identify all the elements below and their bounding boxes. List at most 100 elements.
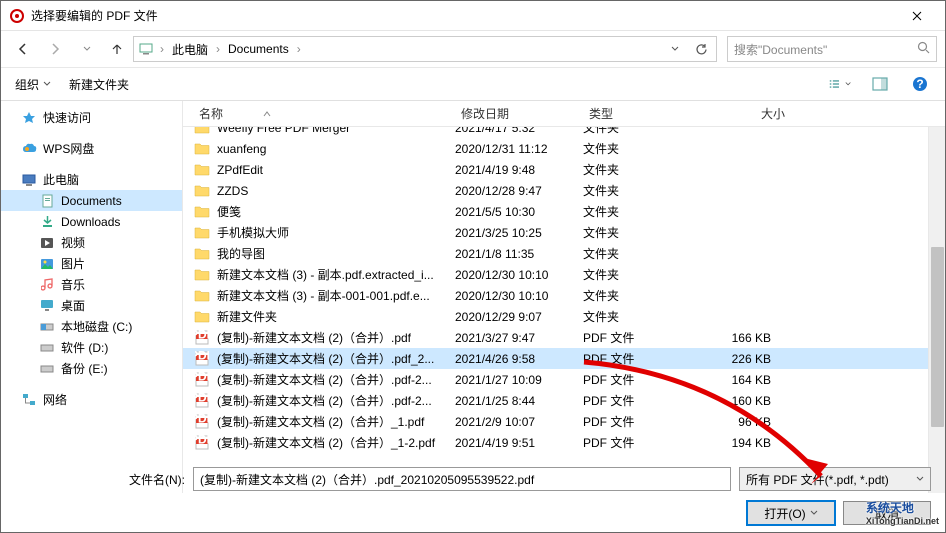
sidebar-quick-access[interactable]: 快速访问 [1, 107, 182, 128]
file-size: 160 KB [691, 394, 791, 408]
file-type: 文件夹 [583, 224, 691, 241]
file-date: 2020/12/30 10:10 [455, 289, 583, 303]
pc-icon [21, 172, 37, 188]
file-type: 文件夹 [583, 287, 691, 304]
file-name: (复制)-新建文本文档 (2)（合并）.pdf_2... [217, 350, 455, 367]
file-row[interactable]: 新建文本文档 (3) - 副本-001-001.pdf.e...2020/12/… [183, 285, 945, 306]
file-row[interactable]: PDF(复制)-新建文本文档 (2)（合并）.pdf_2...2021/4/26… [183, 348, 945, 369]
address-dropdown[interactable] [664, 38, 686, 60]
file-size: 164 KB [691, 373, 791, 387]
file-date: 2021/4/19 9:48 [455, 163, 583, 177]
navbar: › 此电脑 › Documents › 搜索"Documents" [1, 31, 945, 67]
help-button[interactable]: ? [909, 73, 931, 95]
sidebar-disk-d[interactable]: 软件 (D:) [1, 337, 182, 358]
file-row[interactable]: PDF(复制)-新建文本文档 (2)（合并）.pdf-2...2021/1/27… [183, 369, 945, 390]
new-folder-button[interactable]: 新建文件夹 [69, 76, 129, 93]
file-row[interactable]: PDF(复制)-新建文本文档 (2)（合并）_1.pdf2021/2/9 10:… [183, 411, 945, 432]
star-icon [21, 110, 37, 126]
file-row[interactable]: ZPdfEdit2021/4/19 9:48文件夹 [183, 159, 945, 180]
file-name: 我的导图 [217, 245, 455, 262]
sidebar-videos[interactable]: 视频 [1, 232, 182, 253]
file-type: 文件夹 [583, 182, 691, 199]
file-name: (复制)-新建文本文档 (2)（合并）_1.pdf [217, 413, 455, 430]
sidebar-this-pc[interactable]: 此电脑 [1, 169, 182, 190]
sidebar-network[interactable]: 网络 [1, 389, 182, 410]
disk-icon [39, 340, 55, 356]
chevron-right-icon: › [158, 42, 166, 56]
close-button[interactable] [897, 2, 937, 30]
file-row[interactable]: Weefly Free PDF Merger2021/4/17 5:32文件夹 [183, 127, 945, 138]
sidebar-music[interactable]: 音乐 [1, 274, 182, 295]
file-row[interactable]: PDF(复制)-新建文本文档 (2)（合并）.pdf2021/3/27 9:47… [183, 327, 945, 348]
search-input[interactable]: 搜索"Documents" [727, 36, 937, 62]
file-row[interactable]: 便笺2021/5/5 10:30文件夹 [183, 201, 945, 222]
filetype-filter[interactable]: 所有 PDF 文件(*.pdf, *.pdt) [739, 467, 931, 491]
download-icon [39, 214, 55, 230]
back-button[interactable] [9, 35, 37, 63]
file-name: xuanfeng [217, 142, 455, 156]
desktop-icon [39, 298, 55, 314]
recent-dropdown[interactable] [73, 35, 101, 63]
documents-icon [39, 193, 55, 209]
music-icon [39, 277, 55, 293]
main-area: 快速访问 WPS网盘 此电脑 Documents Downloads 视频 图片… [1, 101, 945, 493]
file-row[interactable]: xuanfeng2020/12/31 11:12文件夹 [183, 138, 945, 159]
sidebar-disk-e[interactable]: 备份 (E:) [1, 358, 182, 379]
file-row[interactable]: ZZDS2020/12/28 9:47文件夹 [183, 180, 945, 201]
file-type: 文件夹 [583, 140, 691, 157]
breadcrumb-folder[interactable]: Documents [226, 42, 291, 56]
bottom-bar: 文件名(N): 所有 PDF 文件(*.pdf, *.pdt) 打开(O) 取消 [1, 457, 945, 532]
col-name[interactable]: 名称 [193, 105, 455, 122]
svg-text:PDF: PDF [195, 414, 209, 426]
sidebar-pictures[interactable]: 图片 [1, 253, 182, 274]
file-date: 2021/4/26 9:58 [455, 352, 583, 366]
file-row[interactable]: PDF(复制)-新建文本文档 (2)（合并）_1-2.pdf2021/4/19 … [183, 432, 945, 453]
app-icon [9, 8, 25, 24]
file-date: 2021/4/19 9:51 [455, 436, 583, 450]
file-type: 文件夹 [583, 161, 691, 178]
file-date: 2020/12/28 9:47 [455, 184, 583, 198]
col-date[interactable]: 修改日期 [455, 105, 583, 122]
view-options-button[interactable] [829, 73, 851, 95]
sidebar-documents[interactable]: Documents [1, 190, 182, 211]
pictures-icon [39, 256, 55, 272]
pdf-icon: PDF [193, 414, 211, 430]
column-headers: 名称 修改日期 类型 大小 [183, 101, 945, 127]
disk-icon [39, 319, 55, 335]
preview-pane-button[interactable] [869, 73, 891, 95]
cancel-button[interactable]: 取消 [843, 501, 931, 525]
file-row[interactable]: 新建文件夹2020/12/29 9:07文件夹 [183, 306, 945, 327]
file-type: 文件夹 [583, 127, 691, 136]
breadcrumb-root[interactable]: 此电脑 [170, 41, 210, 58]
file-type: 文件夹 [583, 308, 691, 325]
chevron-down-icon [810, 510, 818, 516]
file-type: PDF 文件 [583, 350, 691, 367]
file-row[interactable]: 我的导图2021/1/8 11:35文件夹 [183, 243, 945, 264]
chevron-right-icon: › [214, 42, 222, 56]
refresh-button[interactable] [690, 38, 712, 60]
sidebar-disk-c[interactable]: 本地磁盘 (C:) [1, 316, 182, 337]
filename-input[interactable] [193, 467, 731, 491]
scrollbar[interactable] [928, 127, 945, 493]
file-name: (复制)-新建文本文档 (2)（合并）.pdf-2... [217, 392, 455, 409]
file-size: 166 KB [691, 331, 791, 345]
sidebar-downloads[interactable]: Downloads [1, 211, 182, 232]
disk-icon [39, 361, 55, 377]
scrollbar-thumb[interactable] [931, 247, 944, 427]
file-row[interactable]: PDF(复制)-新建文本文档 (2)（合并）.pdf-2...2021/1/25… [183, 390, 945, 411]
sidebar-desktop[interactable]: 桌面 [1, 295, 182, 316]
address-bar[interactable]: › 此电脑 › Documents › [133, 36, 717, 62]
file-row[interactable]: 新建文本文档 (3) - 副本.pdf.extracted_i...2020/1… [183, 264, 945, 285]
filename-label: 文件名(N): [15, 471, 185, 488]
file-row[interactable]: 手机模拟大师2021/3/25 10:25文件夹 [183, 222, 945, 243]
col-size[interactable]: 大小 [691, 105, 791, 122]
file-name: 新建文本文档 (3) - 副本-001-001.pdf.e... [217, 287, 455, 304]
col-type[interactable]: 类型 [583, 105, 691, 122]
file-date: 2021/3/25 10:25 [455, 226, 583, 240]
svg-text:PDF: PDF [195, 393, 209, 405]
forward-button[interactable] [41, 35, 69, 63]
organize-menu[interactable]: 组织 [15, 76, 51, 93]
open-button[interactable]: 打开(O) [747, 501, 835, 525]
up-button[interactable] [105, 37, 129, 61]
sidebar-wps[interactable]: WPS网盘 [1, 138, 182, 159]
